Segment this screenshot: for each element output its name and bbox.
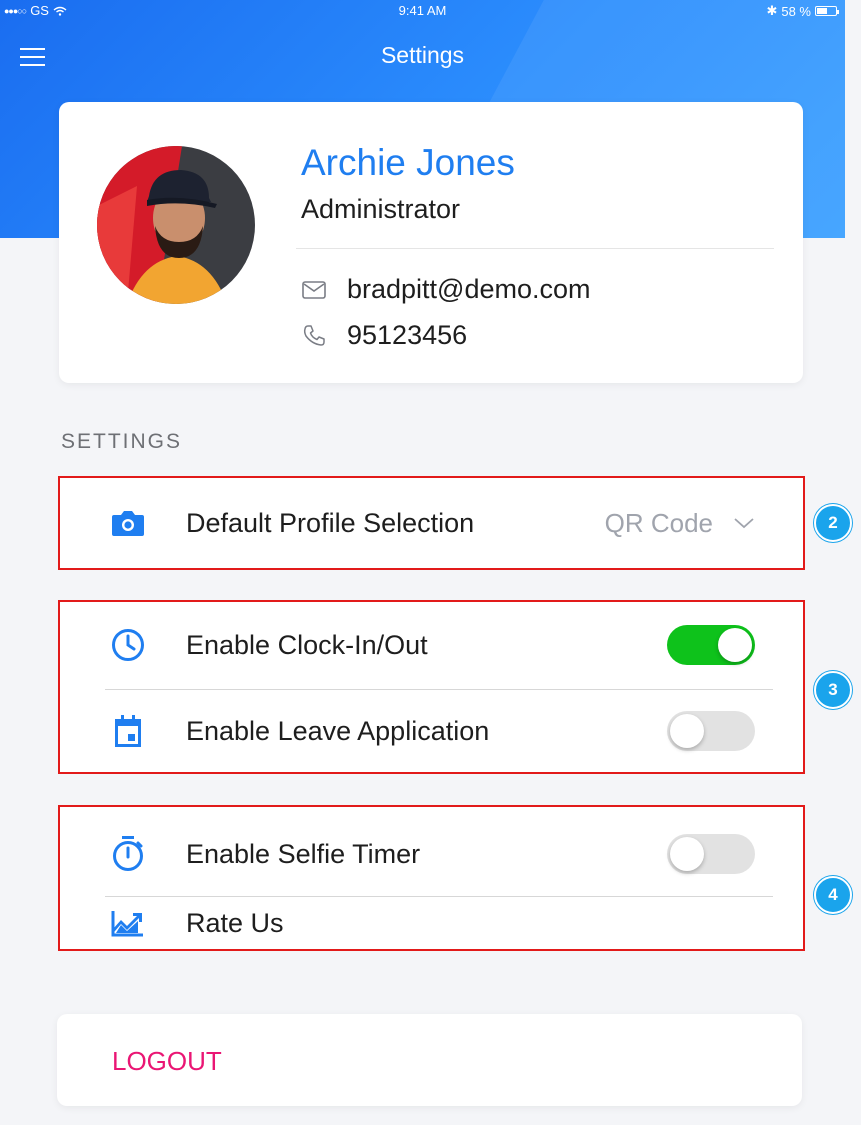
leave-application-label: Enable Leave Application (186, 715, 490, 746)
battery-icon (815, 6, 839, 16)
attendance-group: Enable Clock-In/Out Enable Leave Applica… (58, 600, 805, 774)
profile-name: Archie Jones (301, 142, 515, 183)
annotation-badge-4: 4 (814, 876, 852, 914)
clock-in-out-toggle[interactable] (667, 625, 755, 665)
email-text: bradpitt@demo.com (347, 274, 591, 304)
selfie-timer-row: Enable Selfie Timer (60, 807, 803, 901)
rate-us-label: Rate Us (186, 907, 284, 938)
phone-text: 95123456 (347, 320, 468, 350)
default-profile-value[interactable]: QR Code (605, 508, 713, 539)
page-title: Settings (380, 42, 465, 68)
misc-group: Enable Selfie Timer Rate Us (58, 805, 805, 951)
clock-in-out-row: Enable Clock-In/Out (60, 602, 803, 688)
toggle-knob (718, 628, 752, 662)
profile-divider (296, 248, 774, 249)
battery-percent: 58 % (781, 3, 811, 19)
leave-application-row: Enable Leave Application (60, 690, 803, 772)
rate-us-row[interactable]: Rate Us (60, 897, 803, 949)
email-row: bradpitt@demo.com (301, 274, 591, 305)
selfie-timer-label: Enable Selfie Timer (186, 838, 421, 869)
calendar-icon (110, 713, 146, 749)
camera-icon (110, 505, 146, 541)
status-bar: ●●●○○ GS 9:41 AM ✱ 58 % (0, 0, 845, 22)
status-right: ✱ 58 % (766, 3, 839, 19)
leave-application-toggle[interactable] (667, 711, 755, 751)
toggle-knob (670, 714, 704, 748)
chevron-down-icon[interactable] (733, 516, 755, 530)
avatar[interactable] (97, 146, 255, 304)
phone-icon (301, 323, 327, 349)
avatar-image (97, 146, 255, 304)
battery-fill (817, 8, 828, 14)
default-profile-label: Default Profile Selection (186, 507, 475, 538)
status-time: 9:41 AM (398, 3, 447, 18)
settings-section-label: SETTINGS (61, 430, 183, 453)
stopwatch-icon (110, 836, 146, 872)
toggle-knob (670, 837, 704, 871)
default-profile-row[interactable]: Default Profile Selection QR Code (60, 478, 803, 568)
default-profile-group: Default Profile Selection QR Code (58, 476, 805, 570)
logout-button[interactable]: LOGOUT (112, 1046, 222, 1077)
phone-row: 95123456 (301, 320, 467, 351)
clock-in-out-label: Enable Clock-In/Out (186, 629, 428, 660)
clock-icon (110, 627, 146, 663)
bluetooth-icon: ✱ (766, 3, 778, 18)
selfie-timer-toggle[interactable] (667, 834, 755, 874)
profile-role: Administrator (301, 194, 461, 224)
mail-icon (301, 277, 327, 303)
annotation-badge-2: 2 (814, 504, 852, 542)
trending-chart-icon (110, 905, 146, 941)
logout-card: LOGOUT (57, 1014, 802, 1106)
profile-card: Archie Jones Administrator bradpitt@demo… (59, 102, 803, 383)
annotation-badge-3: 3 (814, 671, 852, 709)
